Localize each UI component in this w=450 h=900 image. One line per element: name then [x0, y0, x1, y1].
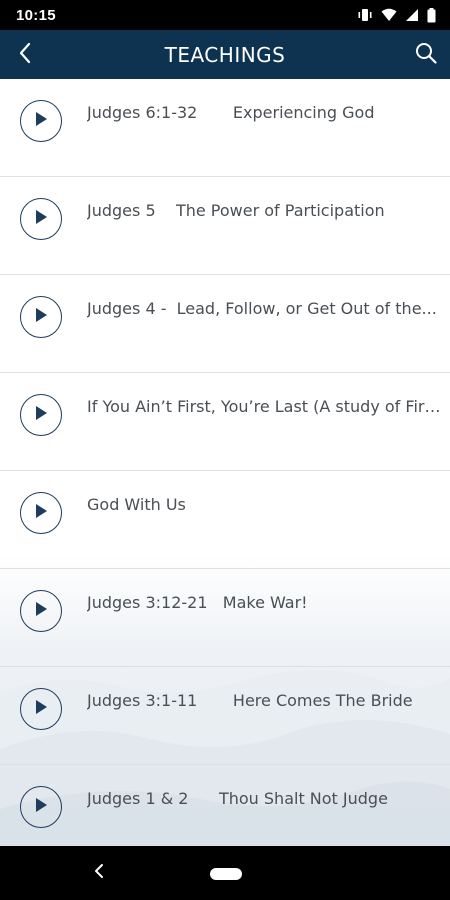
status-bar: 10:15 [0, 0, 450, 30]
play-button[interactable] [20, 296, 62, 338]
play-button[interactable] [20, 100, 62, 142]
play-button[interactable] [20, 688, 62, 730]
list-item-title: God With Us [87, 495, 186, 514]
status-time: 10:15 [16, 6, 56, 24]
list-item-title: Judges 1 & 2 Thou Shalt Not Judge [87, 789, 388, 808]
list-item-title: Judges 4 - Lead, Follow, or Get Out of t… [87, 299, 437, 318]
signal-icon [405, 8, 419, 22]
system-back-button[interactable] [86, 860, 112, 886]
vibrate-icon [357, 8, 373, 22]
list-item-title: Judges 5 The Power of Participation [87, 201, 385, 220]
list-item-title: Judges 6:1-32 Experiencing God [87, 103, 375, 122]
list-item[interactable]: Judges 1 & 2 Thou Shalt Not Judge [0, 765, 450, 846]
list-item[interactable]: Judges 3:12-21 Make War! [0, 569, 450, 667]
list-item[interactable]: If You Ain’t First, You’re Last (A study… [0, 373, 450, 471]
status-icons [357, 7, 436, 23]
play-button[interactable] [20, 198, 62, 240]
home-pill-button[interactable] [210, 868, 242, 880]
play-icon [34, 797, 48, 817]
search-icon [415, 42, 437, 68]
list-item-title: If You Ain’t First, You’re Last (A study… [87, 397, 442, 416]
list-item-title: Judges 3:12-21 Make War! [87, 593, 308, 612]
teachings-list[interactable]: Judges 6:1-32 Experiencing God Judges 5 … [0, 79, 450, 846]
play-icon [34, 503, 48, 523]
back-button[interactable] [10, 40, 40, 70]
chevron-left-icon [94, 863, 104, 883]
search-button[interactable] [410, 40, 442, 70]
page-title: TEACHINGS [164, 42, 286, 67]
play-icon [34, 405, 48, 425]
play-icon [34, 111, 48, 131]
play-icon [34, 699, 48, 719]
play-button[interactable] [20, 590, 62, 632]
play-button[interactable] [20, 492, 62, 534]
battery-icon [427, 7, 436, 23]
play-icon [34, 601, 48, 621]
list-item[interactable]: God With Us [0, 471, 450, 569]
app-bar: TEACHINGS [0, 30, 450, 79]
play-icon [34, 307, 48, 327]
play-button[interactable] [20, 394, 62, 436]
list-item[interactable]: Judges 6:1-32 Experiencing God [0, 79, 450, 177]
list-item[interactable]: Judges 4 - Lead, Follow, or Get Out of t… [0, 275, 450, 373]
list-item[interactable]: Judges 5 The Power of Participation [0, 177, 450, 275]
list-item[interactable]: Judges 3:1-11 Here Comes The Bride [0, 667, 450, 765]
play-icon [34, 209, 48, 229]
list-item-title: Judges 3:1-11 Here Comes The Bride [87, 691, 413, 710]
back-arrow-icon [18, 42, 32, 68]
system-nav-bar [0, 846, 450, 900]
wifi-icon [381, 8, 397, 22]
play-button[interactable] [20, 786, 62, 828]
